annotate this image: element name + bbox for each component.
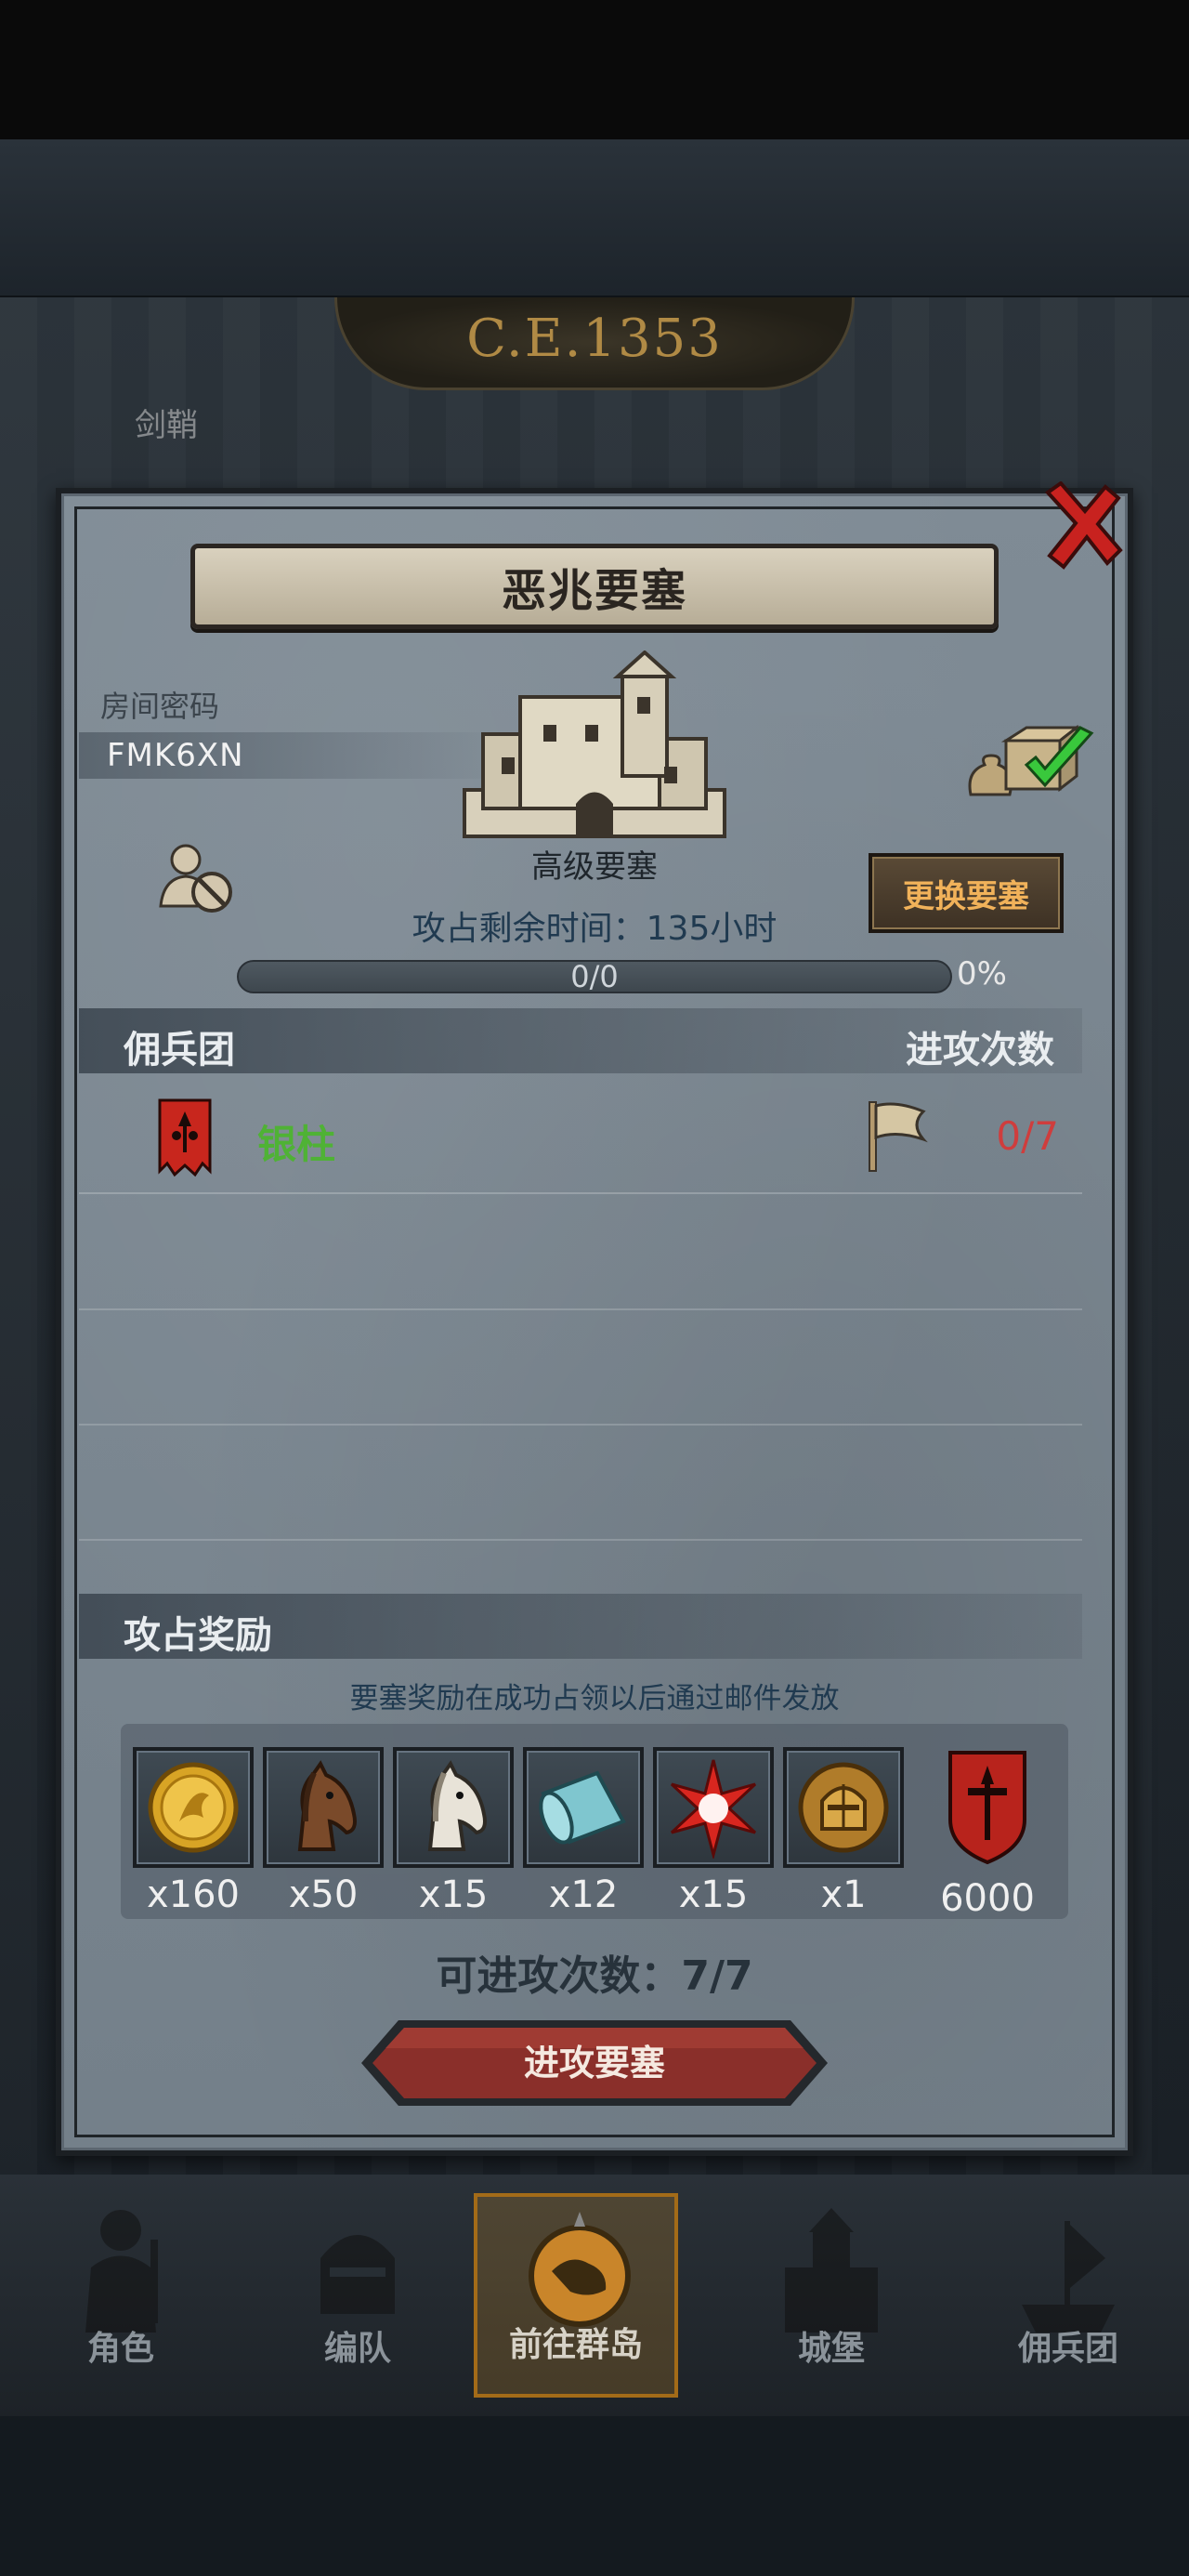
nav-label: 城堡 — [797, 2330, 865, 2368]
gold-coin-icon — [148, 1762, 239, 1853]
mercenary-section-title: 佣兵团 — [124, 1029, 235, 1071]
reward-item[interactable]: x12 — [523, 1747, 644, 1916]
attack-fortress-button[interactable]: 进攻要塞 — [358, 2017, 831, 2109]
reward-note: 要塞奖励在成功占领以后通过邮件发放 — [349, 1682, 840, 1715]
mercenary-row[interactable]: 银柱 0/7 — [79, 1078, 1082, 1194]
cloth-roll-icon — [539, 1770, 626, 1845]
empty-row-divider — [79, 1308, 1082, 1310]
empty-row-divider — [79, 1424, 1082, 1426]
reward-item[interactable]: 6000 — [927, 1747, 1048, 1920]
reward-slot — [263, 1747, 384, 1868]
attacks-column-header: 进攻次数 — [906, 1029, 1054, 1071]
white-horse-icon — [427, 1760, 487, 1851]
reward-item[interactable]: x15 — [393, 1747, 514, 1916]
capture-progress-bar: 0/0 — [237, 960, 952, 993]
room-code-value: FMK6XN — [107, 737, 244, 774]
reward-quantity: x1 — [820, 1873, 867, 1916]
reward-slot — [653, 1747, 774, 1868]
reward-item[interactable]: x15 — [653, 1747, 774, 1916]
progress-percent: 0% — [957, 955, 1007, 992]
mercenary-name: 银柱 — [257, 1122, 336, 1167]
nav-label: 编队 — [323, 2330, 391, 2368]
loot-checked-icon[interactable] — [961, 720, 1101, 804]
nav-label: 前往群岛 — [508, 2326, 643, 2364]
reward-item[interactable]: x50 — [263, 1747, 384, 1916]
reward-item[interactable]: x1 — [783, 1747, 904, 1916]
nav-formation[interactable]: 编队 — [255, 2193, 460, 2398]
reward-quantity: 6000 — [940, 1877, 1035, 1920]
red-star-icon — [670, 1759, 757, 1859]
mercenary-banner-icon — [158, 1098, 212, 1177]
brown-horse-icon — [297, 1760, 357, 1851]
dialog-title: 恶兆要塞 — [501, 565, 687, 617]
title-banner: 恶兆要塞 — [190, 544, 999, 629]
reward-slot — [523, 1747, 644, 1868]
attack-fortress-label: 进攻要塞 — [523, 2043, 665, 2083]
mercenary-crest-icon — [948, 1751, 1026, 1865]
year-text: C.E.1353 — [466, 309, 723, 369]
remaining-time: 攻占剩余时间：135小时 — [412, 910, 777, 948]
reward-quantity: x12 — [548, 1873, 619, 1916]
close-icon — [1045, 480, 1123, 570]
nav-character[interactable]: 角色 — [19, 2193, 223, 2398]
fortress-icon — [463, 651, 726, 838]
close-button[interactable] — [1040, 480, 1124, 574]
knight-helmet-medal-icon — [798, 1762, 889, 1853]
nav-label: 佣兵团 — [1017, 2330, 1118, 2368]
empty-row-divider — [79, 1539, 1082, 1541]
room-code-label: 房间密码 — [100, 689, 220, 724]
reward-slot — [133, 1747, 254, 1868]
nav-label: 角色 — [86, 2330, 154, 2368]
reward-section-title: 攻占奖励 — [124, 1614, 272, 1657]
reward-quantity: x15 — [418, 1873, 489, 1916]
progress-text: 0/0 — [570, 959, 619, 994]
status-bar — [0, 0, 1189, 139]
reward-slot — [393, 1747, 514, 1868]
top-band — [0, 139, 1189, 297]
nav-castle[interactable]: 城堡 — [729, 2193, 934, 2398]
reward-quantity: x15 — [678, 1873, 749, 1916]
reward-quantity: x50 — [288, 1873, 359, 1916]
attacks-available: 可进攻次数：7/7 — [436, 1952, 753, 2000]
flag-icon — [869, 1101, 928, 1172]
reward-slot — [783, 1747, 904, 1868]
map-label: 剑鞘 — [135, 407, 198, 444]
year-plate: C.E.1353 — [334, 297, 855, 390]
reward-item[interactable]: x160 — [133, 1747, 254, 1916]
nav-mercenaries[interactable]: 佣兵团 — [966, 2193, 1170, 2398]
room-code-bar[interactable]: FMK6XN — [79, 732, 516, 779]
bottom-strip — [0, 2416, 1189, 2576]
bottom-navigation: 角色 编队 前往群岛 城堡 佣兵团 — [0, 2175, 1189, 2416]
reward-quantity: x160 — [146, 1873, 241, 1916]
nav-go-to-islands[interactable]: 前往群岛 — [474, 2193, 678, 2398]
mercenary-attack-count: 0/7 — [996, 1113, 1059, 1159]
